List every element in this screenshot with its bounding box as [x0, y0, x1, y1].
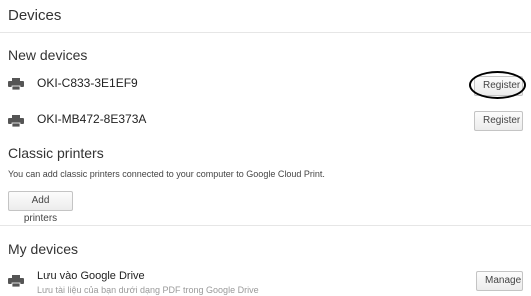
device-name: OKI-MB472-8E373A: [37, 112, 147, 126]
section-divider: [0, 225, 531, 226]
device-name: Lưu vào Google Drive: [37, 270, 145, 282]
printer-icon: [8, 275, 24, 287]
new-devices-heading: New devices: [8, 47, 88, 63]
register-button[interactable]: Register: [474, 111, 523, 131]
devices-page: Devices New devices OKI-C833-3E1EF9 Regi…: [0, 0, 531, 296]
device-subtitle: Lưu tài liệu của bạn dưới dạng PDF trong…: [37, 285, 259, 295]
register-button[interactable]: Register: [474, 76, 523, 96]
page-title: Devices: [8, 7, 62, 24]
device-name: OKI-C833-3E1EF9: [37, 76, 138, 90]
classic-printers-description: You can add classic printers connected t…: [8, 169, 325, 179]
my-devices-heading: My devices: [8, 241, 79, 257]
title-divider: [0, 32, 531, 33]
manage-button[interactable]: Manage: [476, 271, 523, 291]
classic-printers-heading: Classic printers: [8, 145, 104, 161]
printer-icon: [8, 115, 24, 127]
add-printers-button[interactable]: Add printers: [8, 191, 73, 224]
printer-icon: [8, 78, 24, 90]
